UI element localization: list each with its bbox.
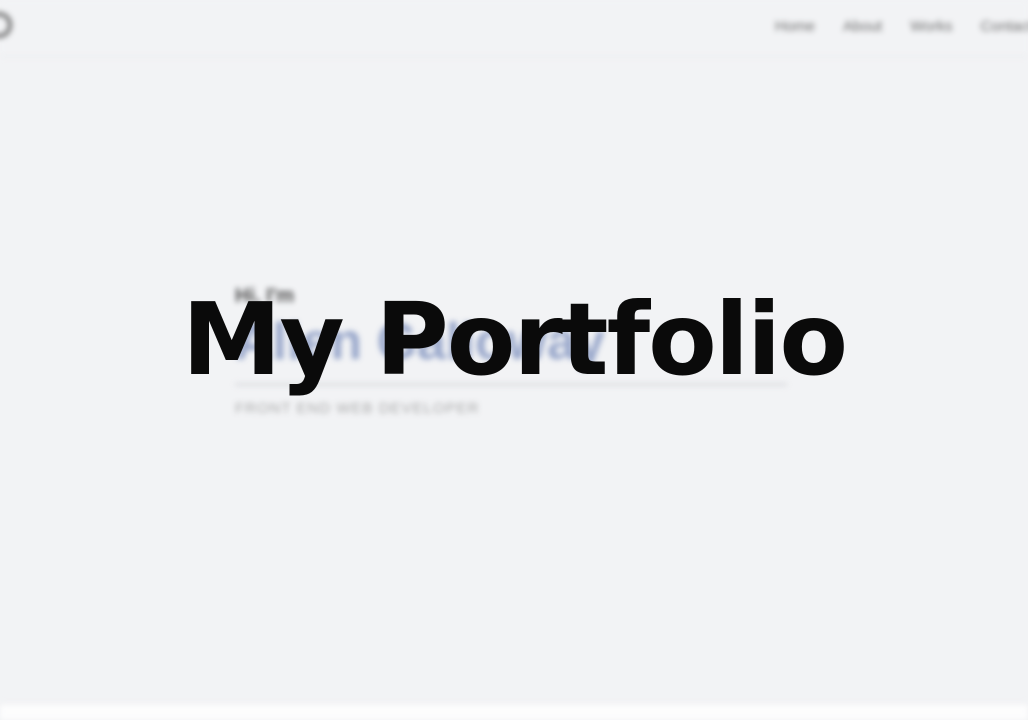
page: Home About Works Contact Hi, I'm Allen G… xyxy=(0,0,1028,720)
hero-role: FRONT END WEB DEVELOPER xyxy=(235,400,480,418)
bottom-edge xyxy=(0,703,1028,720)
nav-link-about[interactable]: About xyxy=(843,18,882,35)
navbar: Home About Works Contact xyxy=(0,0,1028,57)
nav-link-home[interactable]: Home xyxy=(775,18,815,35)
nav-link-works[interactable]: Works xyxy=(910,18,952,35)
nav-link-contact[interactable]: Contact xyxy=(980,18,1028,35)
nav-links: Home About Works Contact xyxy=(775,18,1028,35)
circle-logo-icon[interactable] xyxy=(0,12,12,38)
portfolio-title: My Portfolio xyxy=(181,281,848,398)
